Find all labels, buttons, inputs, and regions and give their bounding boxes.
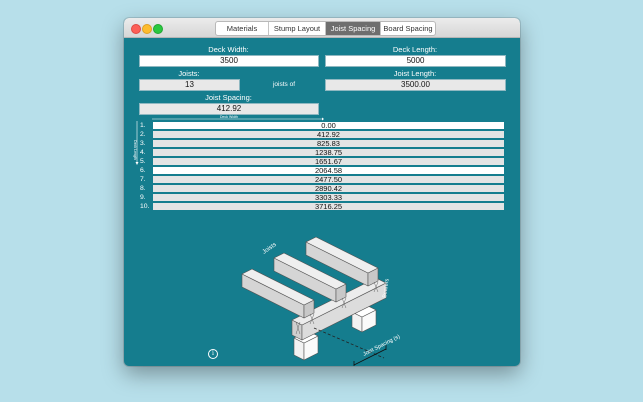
list-item: 7. 2477.50 xyxy=(137,175,506,184)
row-number: 4. xyxy=(140,149,146,156)
close-window-button[interactable] xyxy=(131,24,141,34)
row-value: 2064.58 xyxy=(153,166,504,174)
row-value: 0.00 xyxy=(153,121,504,129)
list-item: 6. 2064.58 xyxy=(137,166,506,175)
row-value: 2477.50 xyxy=(153,175,504,183)
row-number: 3. xyxy=(140,140,146,147)
row-value: 3303.33 xyxy=(153,193,504,201)
minimize-window-button[interactable] xyxy=(142,24,152,34)
tab-board-spacing[interactable]: Board Spacing xyxy=(381,22,435,35)
row-number: 1. xyxy=(140,122,146,129)
row-value: 412.92 xyxy=(153,130,504,138)
joist-spacing-field: 412.92 xyxy=(139,103,319,115)
row-number: 6. xyxy=(140,167,146,174)
list-item: 5. 1651.67 xyxy=(137,157,506,166)
title-bar: Materials Stump Layout Joist Spacing Boa… xyxy=(124,18,520,38)
row-value: 1238.75 xyxy=(153,148,504,156)
tab-materials[interactable]: Materials xyxy=(216,22,269,35)
bearers-diagram-label: Bearers xyxy=(382,278,391,298)
list-item: 9. 3303.33 xyxy=(137,193,506,202)
row-number: 5. xyxy=(140,158,146,165)
row-number: 9. xyxy=(140,194,146,201)
list-item: 3. 825.83 xyxy=(137,139,506,148)
zoom-window-button[interactable] xyxy=(153,24,163,34)
segmented-tab-control: Materials Stump Layout Joist Spacing Boa… xyxy=(215,21,436,36)
row-number: 2. xyxy=(140,131,146,138)
row-value: 2890.42 xyxy=(153,184,504,192)
deck-width-input[interactable]: 3500 xyxy=(139,55,319,67)
joist-diagram: Joists Bearers Joist Spacing (s) xyxy=(241,236,401,366)
list-item: 8. 2890.42 xyxy=(137,184,506,193)
joists-diagram-label: Joists xyxy=(262,242,278,256)
app-window: Materials Stump Layout Joist Spacing Boa… xyxy=(124,18,520,366)
joists-count-field: 13 xyxy=(139,79,240,91)
deck-length-label: Deck Length: xyxy=(392,45,438,54)
info-icon[interactable]: i xyxy=(208,349,218,359)
tab-joist-spacing[interactable]: Joist Spacing xyxy=(326,22,381,35)
list-item: 2. 412.92 xyxy=(137,130,506,139)
deck-width-label: Deck Width: xyxy=(208,45,249,54)
joist-spacing-label: Joist Spacing: xyxy=(205,93,252,102)
row-value: 1651.67 xyxy=(153,157,504,165)
row-value: 825.83 xyxy=(153,139,504,147)
joists-of-text: joists of xyxy=(272,81,296,88)
joist-spacing-list: 1. 0.00 2. 412.92 3. 825.83 4. 1238.75 5. 165… xyxy=(137,121,506,211)
joist-length-label: Joist Length: xyxy=(393,69,437,78)
row-number: 7. xyxy=(140,176,146,183)
list-item: 1. 0.00 xyxy=(137,121,506,130)
list-item: 4. 1238.75 xyxy=(137,148,506,157)
joists-label: Joists: xyxy=(178,69,200,78)
row-number: 10. xyxy=(140,203,150,210)
joist-spacing-diagram-label: Joist Spacing (s) xyxy=(362,334,401,358)
joist-length-field: 3500.00 xyxy=(325,79,506,91)
row-number: 8. xyxy=(140,185,146,192)
deck-length-input[interactable]: 5000 xyxy=(325,55,506,67)
tab-stump-layout[interactable]: Stump Layout xyxy=(269,22,326,35)
